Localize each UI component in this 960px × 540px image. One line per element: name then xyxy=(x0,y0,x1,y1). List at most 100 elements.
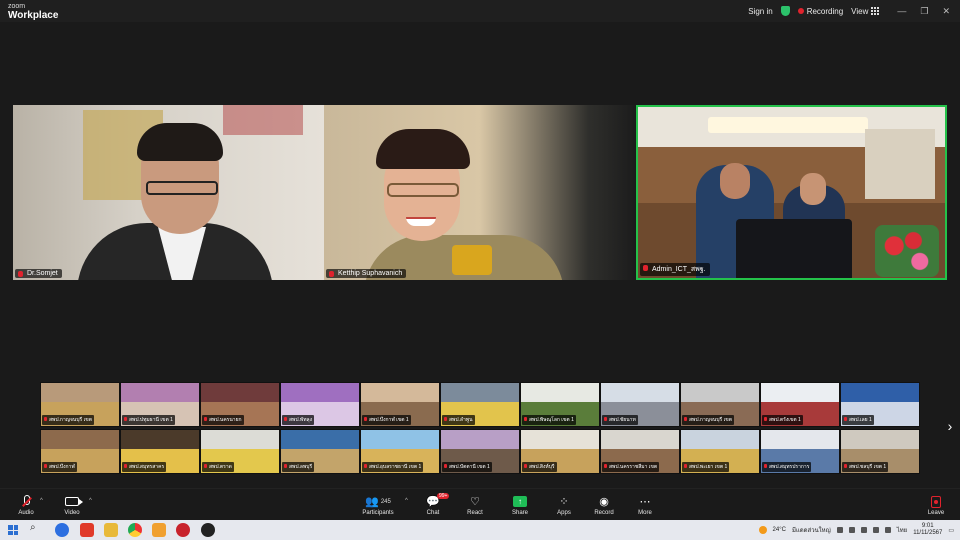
gallery-tile[interactable]: สพป.อุบลราชธานี เขต 1 xyxy=(360,429,440,474)
volume-icon[interactable] xyxy=(884,527,891,533)
video-label: Video xyxy=(64,510,80,516)
gallery-tile[interactable]: สพป.พัทลุง xyxy=(280,382,360,427)
weather-temp: 24°C xyxy=(772,527,786,533)
zoom-meeting-window: zoom Workplace Sign in Recording View — … xyxy=(0,0,960,540)
participants-options-caret-icon[interactable]: ^ xyxy=(405,498,408,504)
gallery-tile[interactable]: สพป.ลำพูน xyxy=(440,382,520,427)
video-tile-speaker-2[interactable]: Ketthip Suphavanich xyxy=(324,105,635,280)
gallery-tile[interactable]: สพป.พะเยา เขต 1 xyxy=(680,429,760,474)
zoom-app-icon[interactable] xyxy=(55,523,69,537)
gallery-tile[interactable]: สพป.ปัตตานี เขต 1 xyxy=(440,429,520,474)
leave-button[interactable]: Leave xyxy=(914,494,958,516)
gallery-tile[interactable]: สพป.ปทุมธานี เขต 1 xyxy=(120,382,200,427)
participant-glasses xyxy=(387,183,459,197)
file-explorer-icon[interactable] xyxy=(104,523,118,537)
gallery-tile[interactable]: สพป.กาญจนบุรี เขต xyxy=(40,382,120,427)
taskbar-app-icon[interactable] xyxy=(80,523,94,537)
more-dots-icon: ⋯ xyxy=(639,496,651,508)
participant-name-label: สพป.นครราชสีมา เขต xyxy=(602,462,660,472)
recording-indicator[interactable]: Recording xyxy=(797,7,843,16)
tray-icon[interactable] xyxy=(836,527,843,533)
gallery-next-arrow-icon[interactable]: › xyxy=(944,418,956,434)
gallery-tile[interactable]: สพป.นครนายก xyxy=(200,382,280,427)
record-icon: ◉ xyxy=(599,496,609,508)
tile-background xyxy=(681,383,759,403)
clock-time: 9:01 xyxy=(921,523,934,529)
participant-name-label: สพป.นครนายก xyxy=(202,415,244,425)
taskbar-app-icon[interactable] xyxy=(201,523,215,537)
tray-icon[interactable] xyxy=(848,527,855,533)
tile-background xyxy=(361,383,439,403)
view-button[interactable]: View xyxy=(851,7,880,16)
video-options-caret-icon[interactable]: ^ xyxy=(89,498,92,504)
wifi-icon[interactable] xyxy=(872,527,879,533)
flower-arrangement xyxy=(875,225,939,277)
gallery-tile[interactable]: สพป.สิงห์บุรี xyxy=(520,429,600,474)
participant-name-label: สพป.พะเยา เขต 1 xyxy=(682,462,730,472)
gallery-tile[interactable]: สพป.นครราชสีมา เขต xyxy=(600,429,680,474)
audio-options-caret-icon[interactable]: ^ xyxy=(40,498,43,504)
participant-name-label: สพป.ปทุมธานี เขต 1 xyxy=(122,415,175,425)
chat-button[interactable]: 💬 99+ Chat xyxy=(411,493,455,516)
input-language[interactable]: ไทย xyxy=(897,525,908,535)
apps-grid-icon: ⁘ xyxy=(559,496,569,508)
participant-name-label: สพป.พัทลุง xyxy=(282,415,315,425)
participant-hair xyxy=(376,129,470,169)
gallery-tile[interactable]: สพป.เลย 1 xyxy=(840,382,920,427)
chat-label: Chat xyxy=(426,510,440,516)
participants-button[interactable]: 👥 245 Participants xyxy=(356,494,400,516)
background-decor xyxy=(223,105,303,135)
share-button[interactable]: ↑ Share xyxy=(498,494,542,516)
gallery-tile[interactable]: สพป.สมุทรปราการ xyxy=(760,429,840,474)
sign-in-button[interactable]: Sign in xyxy=(748,7,772,16)
search-icon[interactable]: ⌕ xyxy=(30,522,44,536)
security-shield-icon[interactable] xyxy=(780,6,790,16)
os-taskbar: ⌕ 24°C มีแดดส่วนใหญ่ ไทย 9:01 11/11/2567… xyxy=(0,520,960,540)
notification-icon[interactable]: ▭ xyxy=(948,527,954,534)
apps-button[interactable]: ⁘ Apps xyxy=(542,494,586,516)
windows-start-icon[interactable] xyxy=(8,525,18,535)
grid-view-icon xyxy=(871,7,880,15)
record-button[interactable]: ◉ Record xyxy=(582,494,626,516)
chrome-icon[interactable] xyxy=(128,523,142,537)
tile-background xyxy=(841,430,919,450)
react-button[interactable]: ♡ React xyxy=(453,494,497,516)
video-button[interactable]: Video xyxy=(50,494,94,516)
gallery-tile[interactable]: สพป.ชัยนาท xyxy=(600,382,680,427)
participant-face xyxy=(720,163,750,199)
minimize-icon[interactable]: — xyxy=(897,6,906,17)
participant-name-label: สพป.สมุทรปราการ xyxy=(762,462,812,472)
participant-name-label: สพป.สิงห์บุรี xyxy=(522,462,557,472)
participant-name-label: สพป.สมุทรสาคร xyxy=(122,462,167,472)
leave-label: Leave xyxy=(927,510,945,516)
tile-background xyxy=(201,383,279,403)
participant-glasses xyxy=(146,181,218,195)
tile-background xyxy=(281,430,359,450)
more-button[interactable]: ⋯ More xyxy=(623,494,667,516)
gallery-tile[interactable]: สพป.บึงกาฬ xyxy=(40,429,120,474)
tray-icon[interactable] xyxy=(860,527,867,533)
gallery-tile[interactable]: สพป.ตรังเขต 1 xyxy=(760,382,840,427)
participants-icon: 👥 xyxy=(365,496,379,508)
video-tile-speaker-1[interactable]: Dr.Somjet xyxy=(13,105,324,280)
gallery-tile[interactable]: สพป.กาญจนบุรี เขต xyxy=(680,382,760,427)
close-icon[interactable]: ✕ xyxy=(942,6,950,17)
taskbar-app-icon[interactable] xyxy=(176,523,190,537)
tile-background xyxy=(41,383,119,403)
tile-background xyxy=(761,383,839,403)
video-tile-speaker-3-active[interactable]: Admin_ICT_สพฐ. xyxy=(636,105,947,280)
gallery-tile[interactable]: สพป.ตราด xyxy=(200,429,280,474)
clock[interactable]: 9:01 11/11/2567 xyxy=(913,523,942,537)
participant-name-label: สพป.พิษณุโลก เขต 1 xyxy=(522,415,576,425)
title-bar: zoom Workplace Sign in Recording View — … xyxy=(0,0,960,22)
gallery-tile[interactable]: สพป.ชลบุรี เขต 1 xyxy=(840,429,920,474)
gallery-tile[interactable]: สพป.ลพบุรี xyxy=(280,429,360,474)
gallery-tile[interactable]: สพป.พิษณุโลก เขต 1 xyxy=(520,382,600,427)
gallery-tile[interactable]: สพป.บึงกาฬ เขต 1 xyxy=(360,382,440,427)
restore-icon[interactable]: ❐ xyxy=(920,6,928,17)
participants-label: Participants xyxy=(362,510,394,516)
taskbar-app-icon[interactable] xyxy=(152,523,166,537)
gallery-tile[interactable]: สพป.สมุทรสาคร xyxy=(120,429,200,474)
participant-epaulette xyxy=(452,245,492,275)
participant-hair xyxy=(137,123,223,161)
